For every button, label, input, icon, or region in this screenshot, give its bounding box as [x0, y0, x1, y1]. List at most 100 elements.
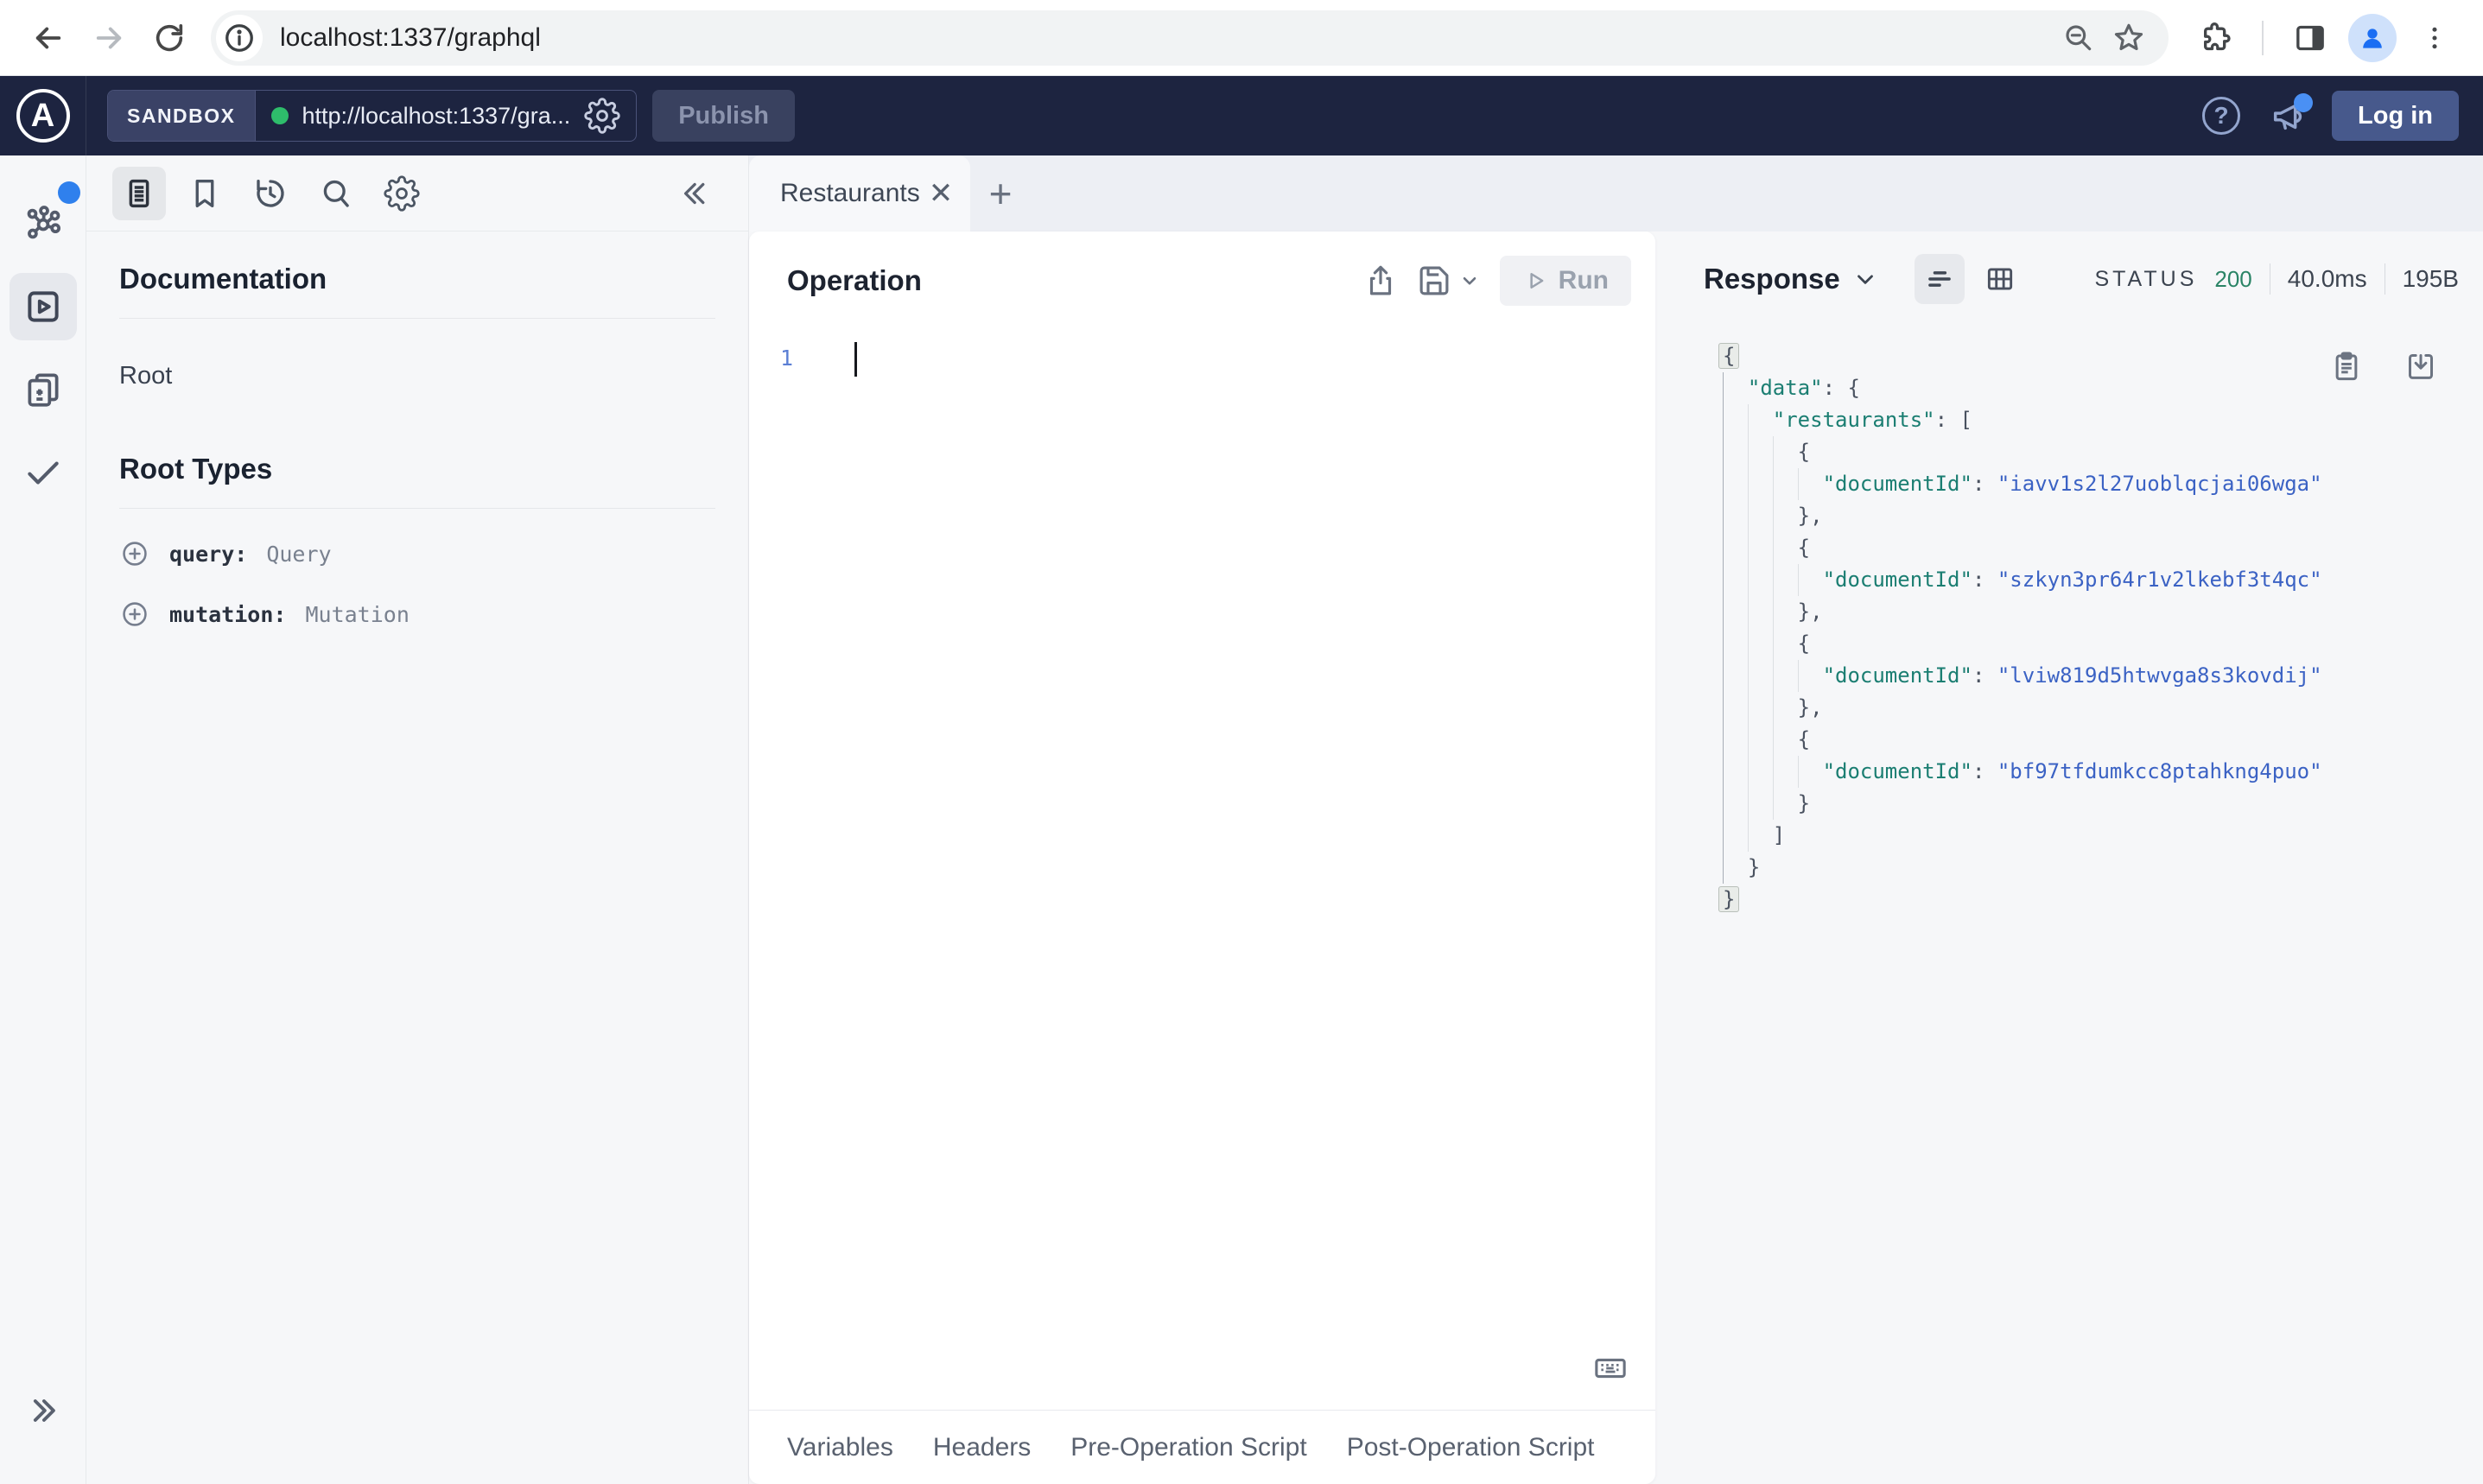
bookmark-star-icon[interactable]: [2106, 16, 2151, 60]
indent-guide: [1797, 564, 1823, 596]
root-type-field[interactable]: mutation:: [169, 602, 286, 627]
history-clock-icon: [252, 175, 289, 212]
footer-tab-variables[interactable]: Variables: [787, 1433, 893, 1462]
chevron-down-icon[interactable]: [1458, 270, 1481, 292]
panel-splitter[interactable]: [1655, 231, 1685, 1484]
extensions-button[interactable]: [2189, 12, 2241, 64]
tool-settings[interactable]: [375, 167, 429, 220]
circle-plus-icon[interactable]: [119, 599, 150, 630]
response-view-json-button[interactable]: [1914, 254, 1965, 304]
keyboard-shortcuts-icon[interactable]: [1591, 1349, 1629, 1387]
tab-restaurants[interactable]: Restaurants ✕: [749, 155, 970, 231]
footer-tab-headers[interactable]: Headers: [933, 1433, 1031, 1462]
play-icon: [1522, 268, 1548, 294]
indent-guide: [1772, 756, 1798, 788]
indent-guide: [1772, 564, 1798, 596]
browser-forward-button[interactable]: [83, 12, 135, 64]
root-type-name[interactable]: Mutation: [305, 602, 409, 627]
indent-guide: [1747, 564, 1773, 596]
footer-tab-pre-operation-script[interactable]: Pre-Operation Script: [1070, 1433, 1306, 1462]
json-line: },: [1723, 596, 2459, 628]
tab-label[interactable]: Restaurants: [780, 179, 920, 208]
operation-editor[interactable]: 1: [749, 325, 1655, 1410]
response-view-table-button[interactable]: [1975, 254, 2025, 304]
rail-expand-button[interactable]: [10, 1377, 77, 1444]
save-floppy-icon: [1416, 263, 1452, 299]
indent-guide: [1772, 436, 1798, 468]
save-button[interactable]: [1410, 257, 1458, 305]
root-type-field[interactable]: query:: [169, 542, 247, 567]
indent-guide: [1723, 628, 1748, 660]
json-line: "documentId": "bf97tfdumkcc8ptahkng4puo": [1723, 756, 2459, 788]
endpoint-url-box[interactable]: http://localhost:1337/gra...: [256, 91, 637, 141]
publish-button[interactable]: Publish: [652, 90, 795, 142]
json-punctuation: {: [1718, 343, 1740, 369]
run-button[interactable]: Run: [1499, 256, 1631, 306]
indent-guide: [1747, 788, 1773, 820]
rail-item-changelog[interactable]: [10, 356, 77, 423]
indent-guide: [1747, 660, 1773, 692]
tool-documentation[interactable]: [112, 166, 166, 220]
circle-plus-icon[interactable]: [119, 538, 150, 569]
indent-guide: [1723, 788, 1748, 820]
rail-item-explorer[interactable]: [9, 273, 77, 340]
tab-close-icon[interactable]: ✕: [929, 174, 954, 212]
root-type-name[interactable]: Query: [266, 542, 331, 567]
browser-back-button[interactable]: [22, 12, 74, 64]
response-status-group: STATUS 200 40.0ms 195B: [2094, 263, 2459, 295]
url-text[interactable]: localhost:1337/graphql: [280, 23, 2051, 53]
double-chevron-left-icon: [677, 175, 714, 212]
apollo-logo-box[interactable]: A: [0, 76, 86, 155]
share-operation-button[interactable]: [1356, 257, 1405, 305]
response-chevron-down-icon[interactable]: [1852, 266, 1878, 292]
response-body: {"data": {"restaurants": [{"documentId":…: [1685, 340, 2459, 1484]
divider: [119, 318, 715, 319]
operation-footer: Variables Headers Pre-Operation Script Post…: [749, 1410, 1655, 1484]
browser-menu-button[interactable]: [2409, 12, 2461, 64]
save-operation-group[interactable]: [1410, 257, 1481, 305]
download-response-button[interactable]: [2397, 342, 2445, 390]
indent-guide: [1772, 692, 1798, 724]
footer-tab-post-operation-script[interactable]: Post-Operation Script: [1347, 1433, 1595, 1462]
json-punctuation: : {: [1822, 376, 1860, 400]
json-line: "documentId": "iavv1s2l27uoblqcjai06wga": [1723, 468, 2459, 500]
json-punctuation: {: [1797, 536, 1811, 560]
tool-history[interactable]: [244, 167, 297, 220]
root-type-mutation-row[interactable]: mutation: Mutation: [119, 599, 715, 630]
copy-response-button[interactable]: [2322, 342, 2371, 390]
rail-item-schema[interactable]: [10, 181, 80, 257]
indent-guide: [1797, 756, 1823, 788]
browser-reload-button[interactable]: [143, 12, 195, 64]
help-button[interactable]: ?: [2197, 92, 2245, 140]
zoom-out-page-icon[interactable]: [2056, 16, 2101, 60]
endpoint-settings-icon[interactable]: [584, 98, 620, 134]
response-size: 195B: [2402, 265, 2459, 292]
json-punctuation: },: [1797, 599, 1823, 624]
profile-avatar[interactable]: [2348, 13, 2397, 62]
apollo-header: A SANDBOX http://localhost:1337/gra... P…: [0, 76, 2483, 155]
root-types-title: Root Types: [119, 453, 273, 485]
sidebar-collapse-button[interactable]: [669, 167, 722, 220]
side-panel-button[interactable]: [2284, 12, 2336, 64]
response-json[interactable]: {"data": {"restaurants": [{"documentId":…: [1718, 340, 2459, 916]
endpoint-url[interactable]: http://localhost:1337/gra...: [302, 103, 571, 130]
tool-bookmarks[interactable]: [178, 167, 232, 220]
indent-guide: [1747, 468, 1773, 500]
tool-search[interactable]: [309, 167, 363, 220]
response-header: Response STATUS 200 40.0ms 195B: [1685, 254, 2459, 304]
rail-item-checks[interactable]: [10, 439, 77, 506]
operation-panel: Operation Run 1 Variables Headers Pre-Op…: [749, 231, 1655, 1484]
site-info-button[interactable]: [216, 14, 263, 61]
response-actions: [2322, 342, 2445, 390]
json-string: "lviw819d5htwvga8s3kovdij": [1997, 663, 2322, 688]
url-bar[interactable]: localhost:1337/graphql: [211, 10, 2169, 66]
response-panel: Response STATUS 200 40.0ms 195B {"data"…: [1685, 231, 2483, 1484]
json-key: "documentId": [1822, 472, 1972, 496]
root-type-query-row[interactable]: query: Query: [119, 538, 715, 569]
doc-root-item[interactable]: Root: [119, 362, 715, 390]
indent-guide: [1723, 532, 1748, 564]
announcements-button[interactable]: [2264, 92, 2314, 140]
new-tab-button[interactable]: +: [970, 155, 1031, 231]
login-button[interactable]: Log in: [2332, 91, 2459, 141]
indent-guide: [1747, 532, 1773, 564]
